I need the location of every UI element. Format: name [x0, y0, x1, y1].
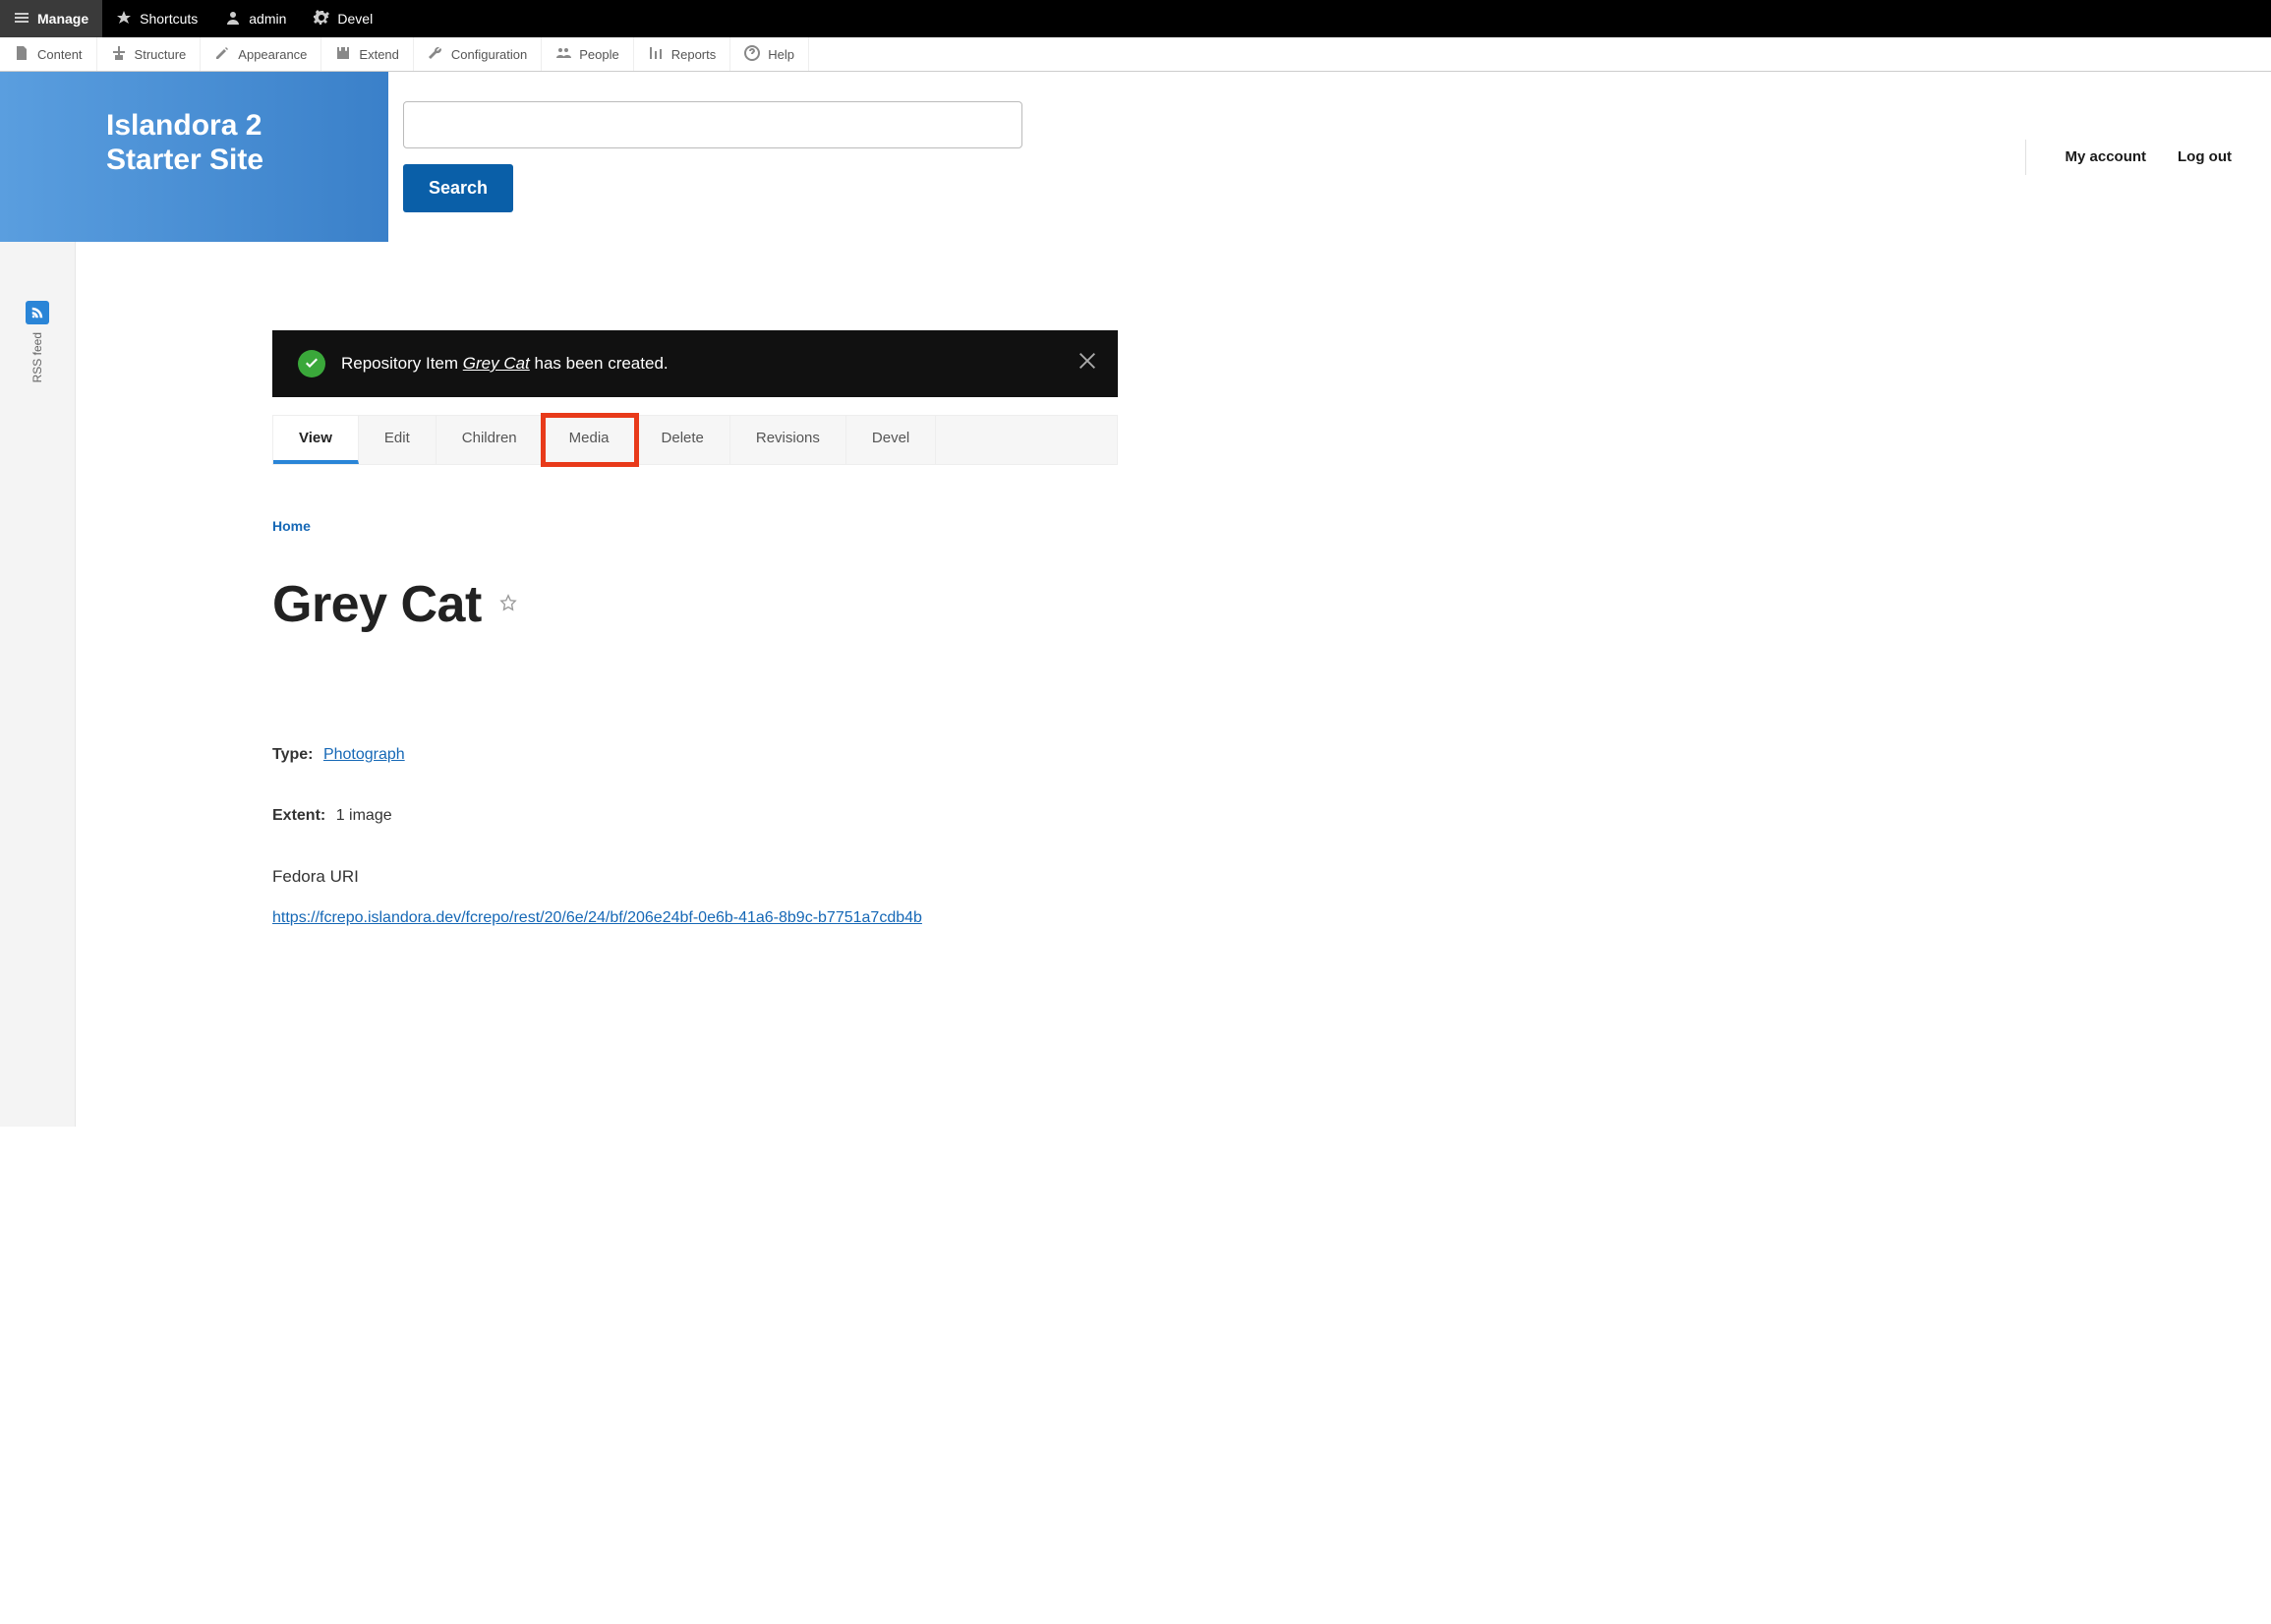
- menu-structure[interactable]: Structure: [97, 37, 202, 71]
- menu-structure-label: Structure: [135, 47, 187, 62]
- people-icon: [555, 45, 571, 64]
- menu-help[interactable]: Help: [730, 37, 809, 71]
- page-title: Grey Cat: [272, 575, 482, 634]
- menu-content-label: Content: [37, 47, 83, 62]
- menu-content[interactable]: Content: [0, 37, 97, 71]
- toolbar-devel-label: Devel: [337, 11, 373, 27]
- menu-appearance-label: Appearance: [238, 47, 307, 62]
- breadcrumb: Home: [272, 518, 1118, 534]
- status-text: Repository Item Grey Cat has been create…: [341, 354, 669, 374]
- field-fedora: Fedora URI https://fcrepo.islandora.dev/…: [272, 863, 1118, 931]
- tab-edit[interactable]: Edit: [359, 416, 437, 464]
- tab-children[interactable]: Children: [437, 416, 544, 464]
- toolbar-shortcuts[interactable]: Shortcuts: [102, 0, 211, 37]
- local-tabs: View Edit Children Media Delete Revision…: [272, 415, 1118, 465]
- field-type: Type: Photograph: [272, 742, 1118, 768]
- field-extent: Extent: 1 image: [272, 803, 1118, 829]
- search-block: Search: [388, 72, 1986, 242]
- brand-line1: Islandora 2: [106, 109, 359, 144]
- page-body: RSS feed Repository Item Grey Cat has be…: [0, 242, 2271, 1127]
- site-brand[interactable]: Islandora 2 Starter Site: [0, 72, 388, 242]
- field-extent-value: 1 image: [336, 807, 392, 824]
- admin-menu: Content Structure Appearance Extend Conf…: [0, 37, 2271, 72]
- field-type-label: Type:: [272, 746, 313, 763]
- rss-icon[interactable]: [26, 301, 49, 324]
- field-fedora-label: Fedora URI: [272, 863, 1118, 890]
- field-type-value[interactable]: Photograph: [323, 746, 405, 763]
- menu-people[interactable]: People: [542, 37, 633, 71]
- page-title-row: Grey Cat: [272, 575, 1118, 634]
- structure-icon: [111, 45, 127, 64]
- tab-revisions[interactable]: Revisions: [730, 416, 846, 464]
- toolbar-manage-label: Manage: [37, 11, 88, 27]
- brand-line2: Starter Site: [106, 144, 359, 178]
- toolbar-shortcuts-label: Shortcuts: [140, 11, 198, 27]
- chart-icon: [648, 45, 664, 64]
- tab-devel[interactable]: Devel: [846, 416, 936, 464]
- wrench-icon: [428, 45, 443, 64]
- appearance-icon: [214, 45, 230, 64]
- menu-reports-label: Reports: [671, 47, 717, 62]
- node-fields: Type: Photograph Extent: 1 image Fedora …: [272, 742, 1118, 931]
- menu-people-label: People: [579, 47, 618, 62]
- field-extent-label: Extent:: [272, 807, 325, 824]
- search-input[interactable]: [403, 101, 1022, 148]
- separator: [2025, 140, 2026, 175]
- logout-link[interactable]: Log out: [2178, 148, 2232, 165]
- toolbar-devel[interactable]: Devel: [300, 0, 386, 37]
- file-icon: [14, 45, 29, 64]
- favorite-star-icon[interactable]: [499, 594, 517, 616]
- fedora-uri-link[interactable]: https://fcrepo.islandora.dev/fcrepo/rest…: [272, 909, 922, 926]
- hamburger-icon: [14, 10, 29, 29]
- menu-appearance[interactable]: Appearance: [201, 37, 321, 71]
- header: Islandora 2 Starter Site Search My accou…: [0, 72, 2271, 242]
- left-sidebar: RSS feed: [0, 242, 76, 1127]
- menu-extend[interactable]: Extend: [321, 37, 413, 71]
- rss-label: RSS feed: [30, 332, 44, 382]
- my-account-link[interactable]: My account: [2066, 148, 2147, 165]
- breadcrumb-home[interactable]: Home: [272, 518, 311, 534]
- status-message: Repository Item Grey Cat has been create…: [272, 330, 1118, 397]
- user-icon: [225, 10, 241, 29]
- tab-media[interactable]: Media: [544, 416, 636, 464]
- menu-configuration[interactable]: Configuration: [414, 37, 542, 71]
- menu-extend-label: Extend: [359, 47, 398, 62]
- status-item-link[interactable]: Grey Cat: [463, 354, 530, 373]
- menu-configuration-label: Configuration: [451, 47, 527, 62]
- toolbar-admin[interactable]: admin: [211, 0, 300, 37]
- gear-icon: [314, 10, 329, 29]
- main-content: Repository Item Grey Cat has been create…: [76, 242, 1157, 1127]
- check-icon: [298, 350, 325, 377]
- status-suffix: has been created.: [530, 354, 669, 373]
- tab-view[interactable]: View: [273, 416, 359, 464]
- toolbar-manage[interactable]: Manage: [0, 0, 102, 37]
- puzzle-icon: [335, 45, 351, 64]
- toolbar-admin-label: admin: [249, 11, 286, 27]
- admin-toolbar: Manage Shortcuts admin Devel: [0, 0, 2271, 37]
- user-links: My account Log out: [1986, 72, 2271, 242]
- close-icon[interactable]: [1077, 350, 1098, 377]
- help-icon: [744, 45, 760, 64]
- menu-help-label: Help: [768, 47, 794, 62]
- tab-delete[interactable]: Delete: [636, 416, 730, 464]
- search-button[interactable]: Search: [403, 164, 513, 212]
- menu-reports[interactable]: Reports: [634, 37, 731, 71]
- star-icon: [116, 10, 132, 29]
- status-prefix: Repository Item: [341, 354, 463, 373]
